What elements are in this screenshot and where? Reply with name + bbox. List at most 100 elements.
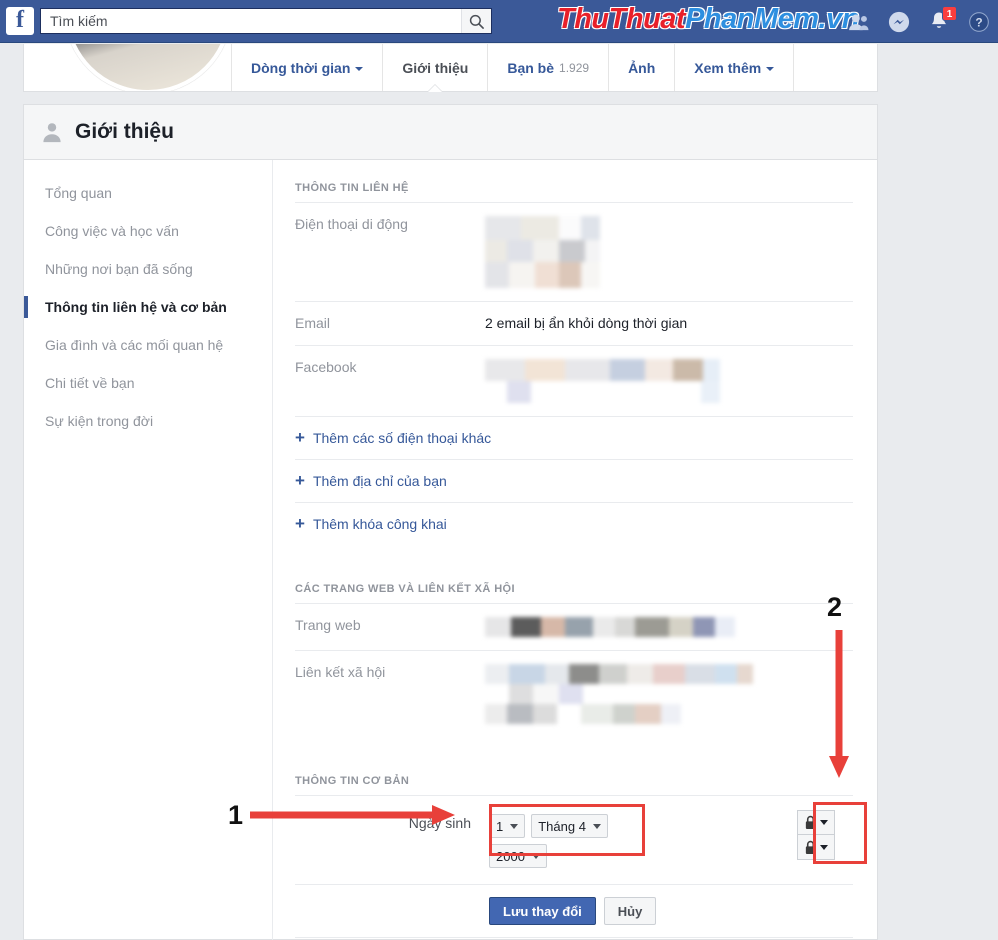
contact-section-title: THÔNG TIN LIÊN HỆ (295, 182, 409, 194)
tab-friends[interactable]: Bạn bè 1.929 (488, 44, 610, 91)
chevron-down-icon (766, 66, 775, 71)
tab-about-label: Giới thiệu (402, 59, 469, 76)
birthday-month-value: Tháng 4 (538, 818, 586, 834)
chevron-down-icon (820, 844, 828, 850)
annotation-number-2: 2 (827, 592, 843, 622)
facebook-url-value (485, 359, 853, 403)
sidebar-item-life-events[interactable]: Sự kiện trong đời (24, 402, 272, 440)
sidebar-item-contact-basic-info[interactable]: Thông tin liên hệ và cơ bản (24, 288, 272, 326)
table-row: Trang web (295, 603, 853, 650)
sidebar-item-work-education[interactable]: Công việc và học vấn (24, 212, 272, 250)
facebook-logo-icon[interactable]: f (6, 7, 34, 35)
birthday-day-select[interactable]: 1 (489, 814, 526, 838)
birthday-date-selectors: 1 Tháng 4 2000 (485, 810, 631, 872)
lock-icon (805, 815, 816, 829)
blurred-content (485, 617, 735, 637)
site-watermark: ThuThuatPhanMem.vn (557, 3, 859, 36)
blurred-content (485, 216, 600, 288)
annotation-number-1: 1 (228, 800, 244, 830)
notifications-button[interactable]: 1 (926, 5, 957, 35)
sidebar-item-details-about-you[interactable]: Chi tiết về bạn (24, 364, 272, 402)
add-link-label: Thêm các số điện thoại khác (312, 430, 492, 446)
tab-friends-count: 1.929 (559, 60, 590, 75)
sidebar-item-places-lived[interactable]: Những nơi bạn đã sống (24, 250, 272, 288)
add-address-link[interactable]: + Thêm địa chỉ của bạn (295, 459, 853, 502)
facebook-url-label: Facebook (295, 359, 357, 375)
watermark-text-blue: PhanMem.vn (685, 3, 859, 35)
birthday-year-privacy-button[interactable] (797, 835, 835, 860)
tab-timeline-label: Dòng thời gian (251, 59, 351, 76)
plus-icon: + (295, 471, 305, 490)
blurred-content (485, 664, 753, 724)
sidebar-item-label: Chi tiết về bạn (45, 375, 135, 391)
mobile-phone-value (485, 216, 853, 288)
table-row: Email 2 email bị ẩn khỏi dòng thời gian (295, 301, 853, 345)
table-row: Điện thoại di động (295, 202, 853, 301)
top-navigation-bar: f ThuThuatPhanMem.vn (0, 0, 998, 43)
profile-tabs: Dòng thời gian Giới thiệu Bạn bè 1.929 Ả… (232, 44, 877, 91)
tab-more-label: Xem thêm (694, 59, 762, 76)
tab-friends-label: Bạn bè (507, 59, 555, 76)
birthday-year-select[interactable]: 2000 (489, 844, 547, 868)
form-action-buttons: Lưu thay đổi Hủy (295, 884, 853, 937)
add-link-label: Thêm khóa công khai (312, 516, 447, 532)
friends-icon (849, 14, 869, 30)
sidebar-item-overview[interactable]: Tổng quan (24, 174, 272, 212)
messenger-button[interactable] (886, 9, 912, 35)
sidebar-item-label: Tổng quan (45, 185, 112, 201)
email-label: Email (295, 315, 331, 331)
tab-about[interactable]: Giới thiệu (383, 44, 489, 91)
avatar[interactable] (64, 44, 231, 91)
facebook-about-page: f ThuThuatPhanMem.vn (0, 0, 998, 940)
svg-text:?: ? (975, 15, 982, 29)
tab-timeline[interactable]: Dòng thời gian (232, 44, 384, 91)
sidebar-item-label: Gia đình và các mối quan hệ (45, 337, 224, 353)
annotation-arrow-2 (829, 630, 849, 778)
table-row: Facebook (295, 345, 853, 416)
messenger-icon (888, 11, 910, 32)
save-changes-button[interactable]: Lưu thay đổi (489, 897, 596, 925)
sidebar-item-family-relationships[interactable]: Gia đình và các mối quan hệ (24, 326, 272, 364)
websites-section-title: CÁC TRANG WEB VÀ LIÊN KẾT XÃ HỘI (295, 583, 515, 595)
birthday-month-select[interactable]: Tháng 4 (531, 814, 608, 838)
blurred-content (485, 359, 720, 403)
page-title: Giới thiệu (75, 120, 174, 143)
privacy-lock-buttons (797, 810, 835, 860)
profile-navigation-strip: Dòng thời gian Giới thiệu Bạn bè 1.929 Ả… (23, 44, 878, 92)
chevron-down-icon (355, 66, 364, 71)
help-button[interactable]: ? (966, 9, 992, 35)
cancel-button[interactable]: Hủy (603, 897, 657, 925)
tab-more[interactable]: Xem thêm (675, 44, 795, 91)
add-link-label: Thêm địa chỉ của bạn (312, 473, 447, 489)
add-public-key-link[interactable]: + Thêm khóa công khai (295, 502, 853, 545)
tab-photos[interactable]: Ảnh (609, 44, 676, 91)
watermark-text-red: ThuThuat (557, 3, 686, 35)
sidebar-item-label: Sự kiện trong đời (45, 413, 154, 429)
tab-photos-label: Ảnh (628, 59, 656, 76)
birthday-day-value: 1 (496, 818, 504, 834)
notification-badge: 1 (942, 5, 957, 21)
social-links-label: Liên kết xã hội (295, 664, 386, 680)
birthday-date-privacy-button[interactable] (797, 810, 835, 835)
lock-icon (805, 840, 816, 854)
chevron-down-icon (510, 823, 519, 829)
mobile-phone-label: Điện thoại di động (295, 216, 408, 232)
about-card-header: Giới thiệu (24, 105, 877, 160)
search-input[interactable] (40, 8, 492, 34)
sidebar-item-label: Công việc và học vấn (45, 223, 179, 239)
chevron-down-icon (531, 853, 540, 859)
email-value: 2 email bị ẩn khỏi dòng thời gian (485, 315, 688, 331)
add-other-phones-link[interactable]: + Thêm các số điện thoại khác (295, 416, 853, 459)
sidebar-item-label: Thông tin liên hệ và cơ bản (45, 299, 227, 315)
plus-icon: + (295, 514, 305, 533)
basic-info-section-title: THÔNG TIN CƠ BẢN (295, 775, 410, 787)
search-icon (469, 14, 484, 29)
plus-icon: + (295, 428, 305, 447)
search-button[interactable] (461, 9, 491, 33)
help-icon: ? (968, 11, 990, 32)
website-label: Trang web (295, 617, 361, 633)
person-icon (43, 123, 61, 143)
website-value (485, 617, 853, 637)
friend-requests-button[interactable] (846, 9, 872, 35)
